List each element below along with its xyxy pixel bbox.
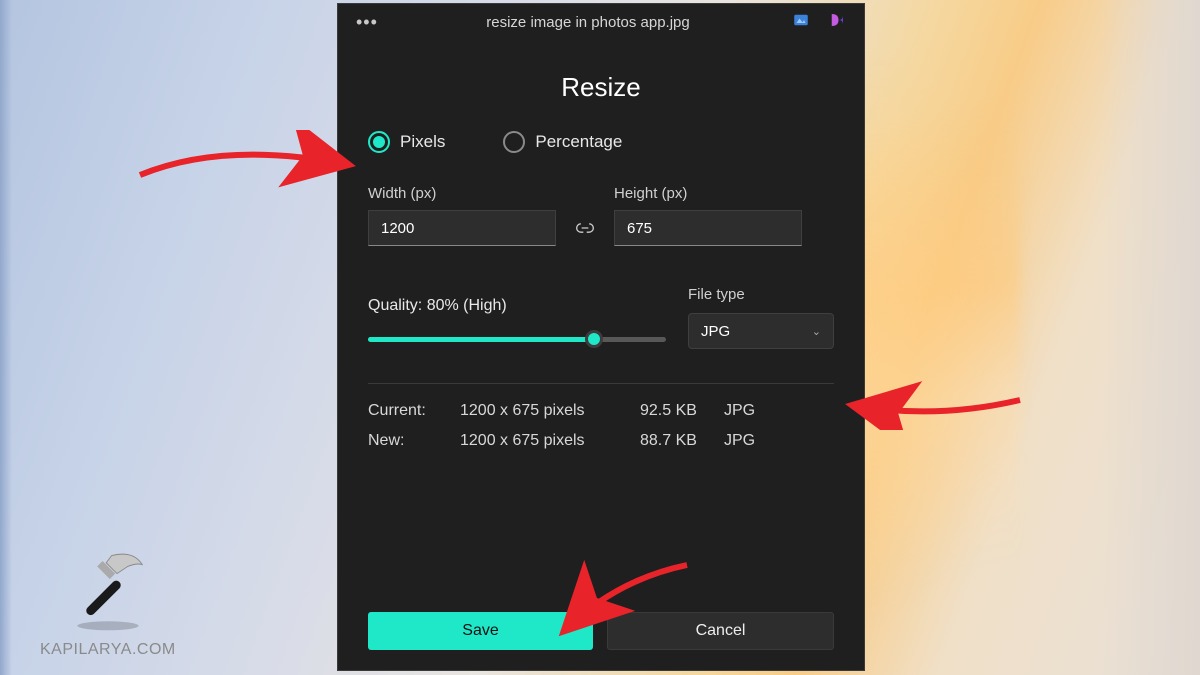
radio-indicator	[503, 131, 525, 153]
chevron-down-icon: ⌄	[812, 325, 821, 338]
unit-radio-group: Pixels Percentage	[368, 131, 834, 153]
height-field: Height (px)	[614, 185, 802, 246]
filetype-select[interactable]: JPG ⌄	[688, 313, 834, 349]
height-input[interactable]	[614, 210, 802, 246]
radio-indicator	[368, 131, 390, 153]
info-label: New:	[368, 432, 460, 450]
titlebar-right	[792, 11, 850, 34]
size-info-grid: Current: 1200 x 675 pixels 92.5 KB JPG N…	[368, 402, 834, 450]
annotation-arrow	[135, 130, 360, 200]
photos-app-icon[interactable]	[792, 11, 810, 34]
radio-label: Pixels	[400, 132, 445, 152]
cancel-button[interactable]: Cancel	[607, 612, 834, 650]
resize-dialog: ••• resize image in photos app.jpg Resiz…	[337, 3, 865, 671]
dialog-heading: Resize	[338, 72, 864, 103]
width-label: Width (px)	[368, 185, 556, 202]
save-button[interactable]: Save	[368, 612, 593, 650]
filetype-label: File type	[688, 286, 834, 303]
quality-slider[interactable]	[368, 329, 666, 349]
info-value: JPG	[724, 432, 784, 450]
radio-pixels[interactable]: Pixels	[368, 131, 445, 153]
aspect-lock-button[interactable]	[570, 213, 600, 243]
info-value: 1200 x 675 pixels	[460, 402, 640, 420]
watermark: KAPILARYA.COM	[40, 543, 176, 659]
info-value: 88.7 KB	[640, 432, 724, 450]
filetype-value: JPG	[701, 323, 730, 340]
more-options-button[interactable]: •••	[356, 12, 384, 33]
titlebar: ••• resize image in photos app.jpg	[338, 4, 864, 40]
info-label: Current:	[368, 402, 460, 420]
hammer-icon	[63, 543, 153, 633]
watermark-text: KAPILARYA.COM	[40, 641, 176, 659]
quality-label: Quality: 80% (High)	[368, 297, 666, 315]
height-label: Height (px)	[614, 185, 802, 202]
slider-thumb[interactable]	[585, 330, 603, 348]
radio-label: Percentage	[535, 132, 622, 152]
width-input[interactable]	[368, 210, 556, 246]
designer-app-icon[interactable]	[828, 11, 846, 34]
info-value: 1200 x 675 pixels	[460, 432, 640, 450]
document-title: resize image in photos app.jpg	[384, 14, 792, 31]
info-value: JPG	[724, 402, 784, 420]
width-field: Width (px)	[368, 185, 556, 246]
radio-percentage[interactable]: Percentage	[503, 131, 622, 153]
divider	[368, 383, 834, 384]
info-value: 92.5 KB	[640, 402, 724, 420]
